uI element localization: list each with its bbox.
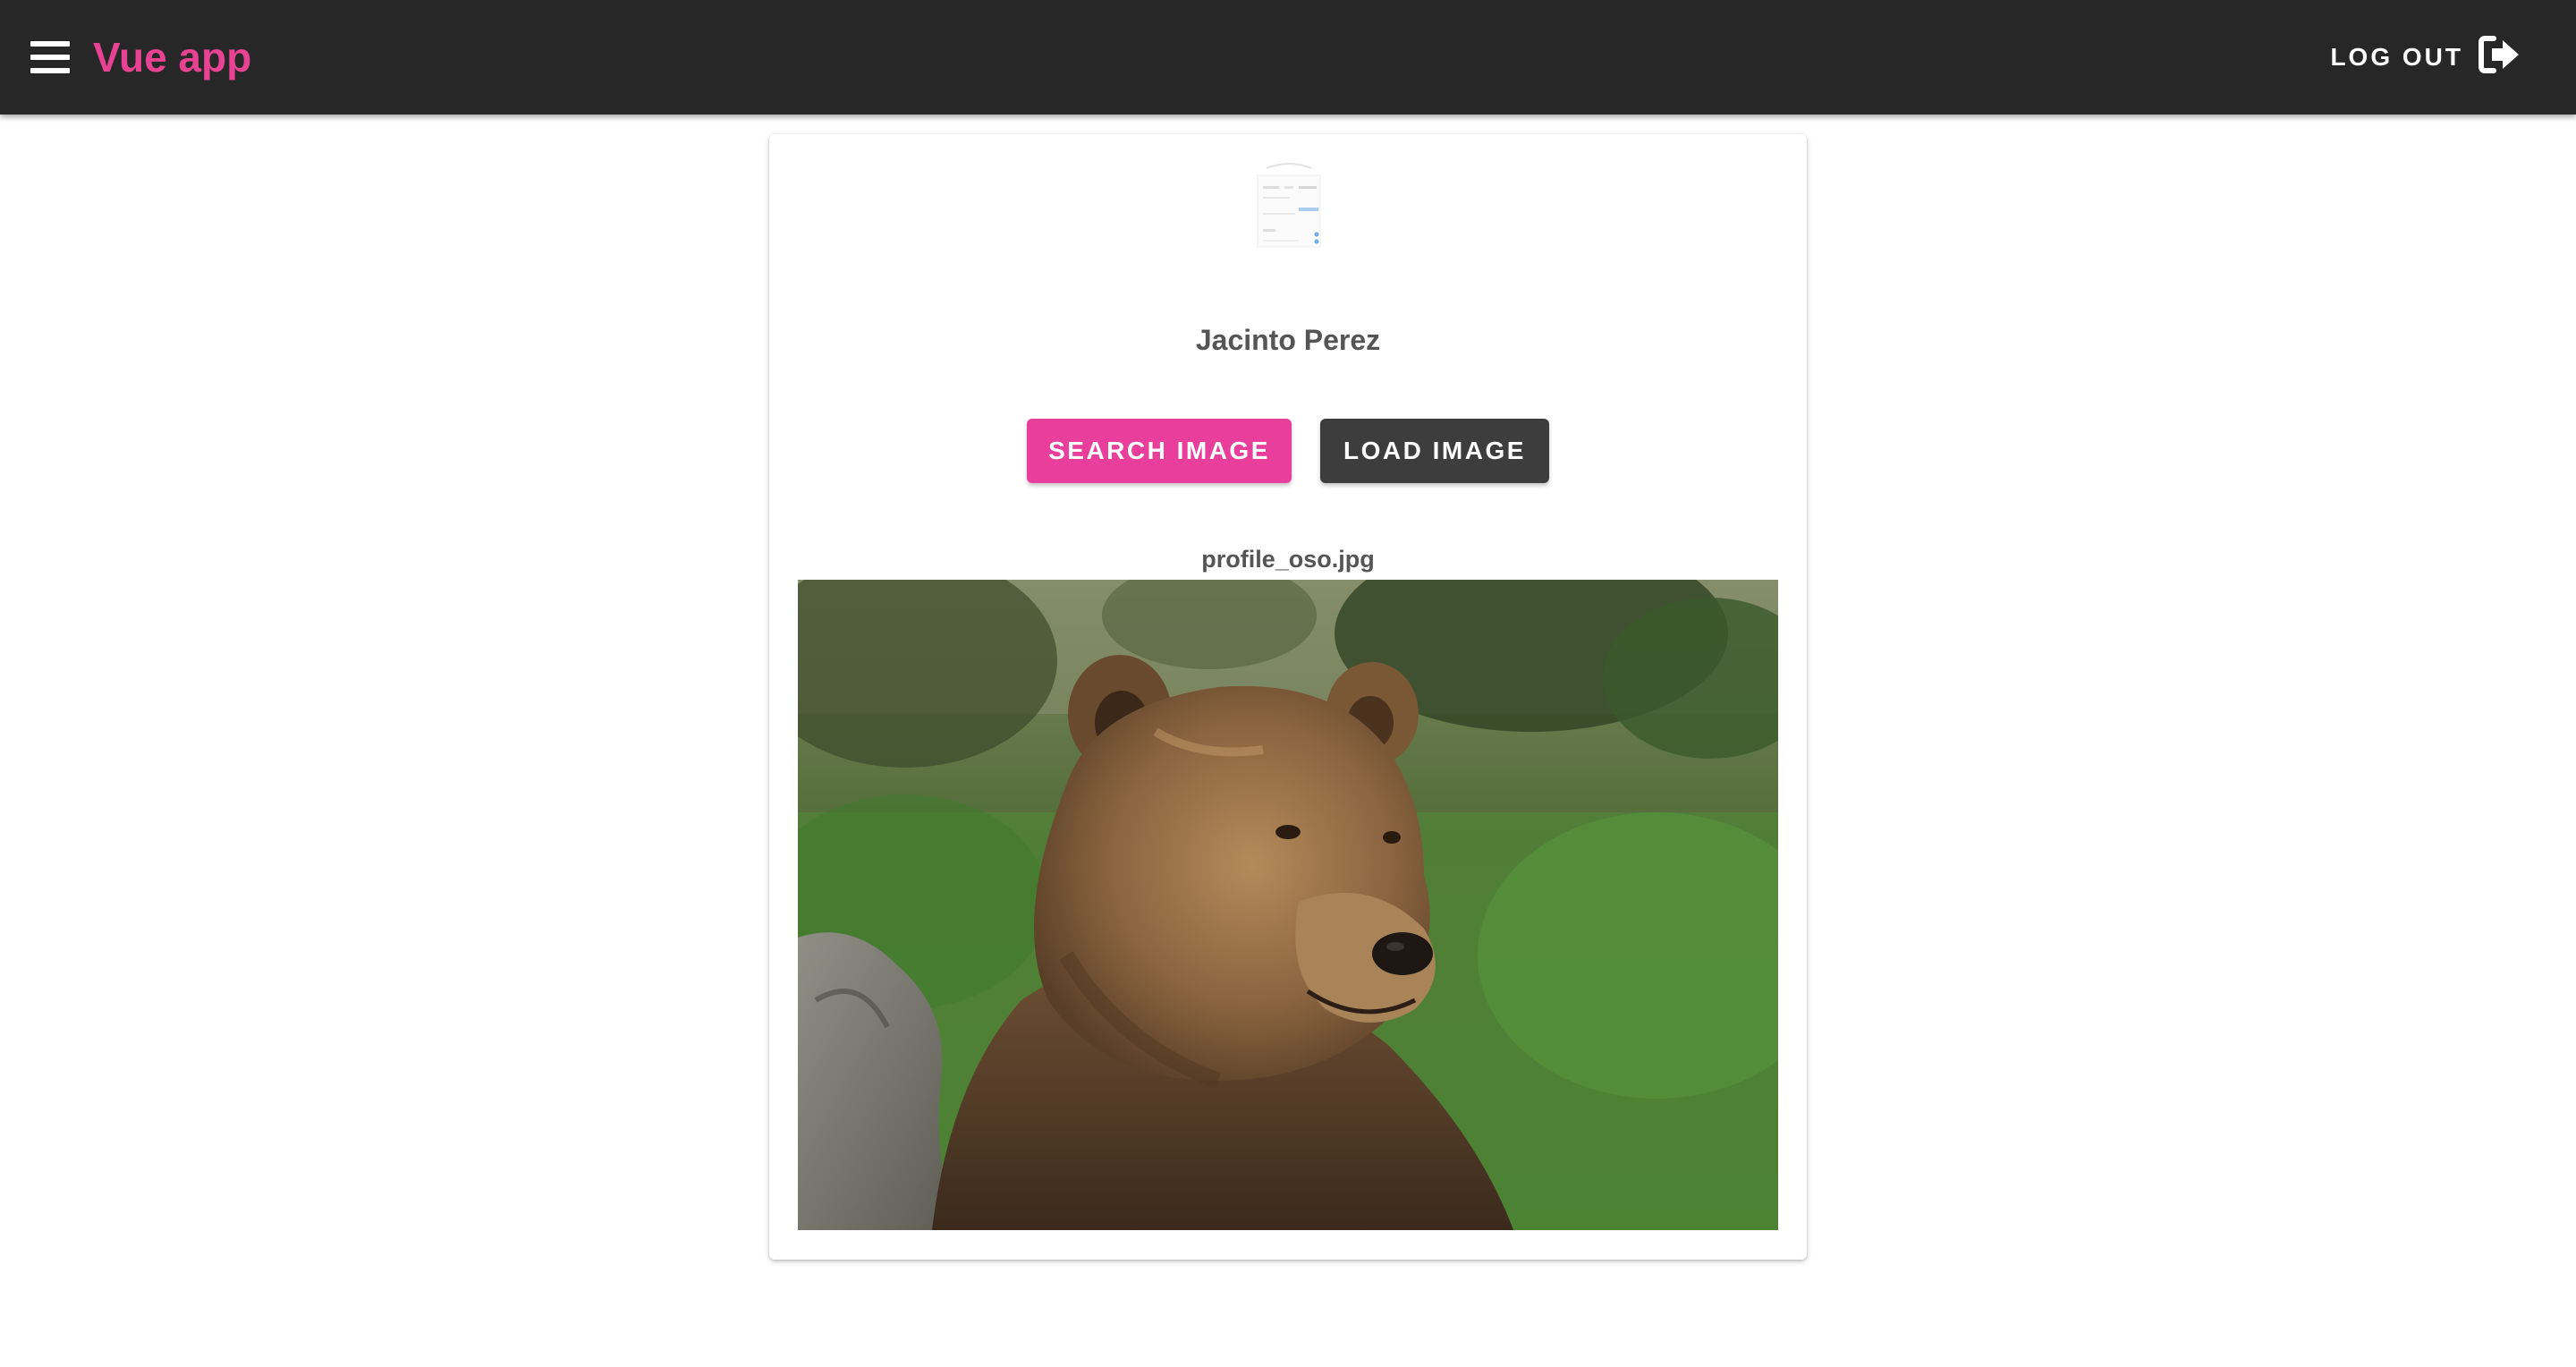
avatar <box>1249 161 1329 259</box>
load-image-button[interactable]: LOAD IMAGE <box>1320 419 1549 483</box>
logout-arrow-icon <box>2478 35 2522 81</box>
search-image-button[interactable]: SEARCH IMAGE <box>1027 419 1292 483</box>
app-toolbar: Vue app LOG OUT <box>0 0 2576 115</box>
logout-button[interactable]: LOG OUT <box>2330 25 2522 89</box>
image-file-name: profile_oso.jpg <box>1201 546 1375 573</box>
profile-card: Jacinto Perez SEARCH IMAGE LOAD IMAGE pr… <box>769 134 1807 1260</box>
user-name: Jacinto Perez <box>1195 324 1381 356</box>
logout-label: LOG OUT <box>2330 43 2463 71</box>
app-title[interactable]: Vue app <box>93 27 251 88</box>
hamburger-menu-icon[interactable] <box>20 27 80 88</box>
profile-image <box>798 580 1778 1230</box>
